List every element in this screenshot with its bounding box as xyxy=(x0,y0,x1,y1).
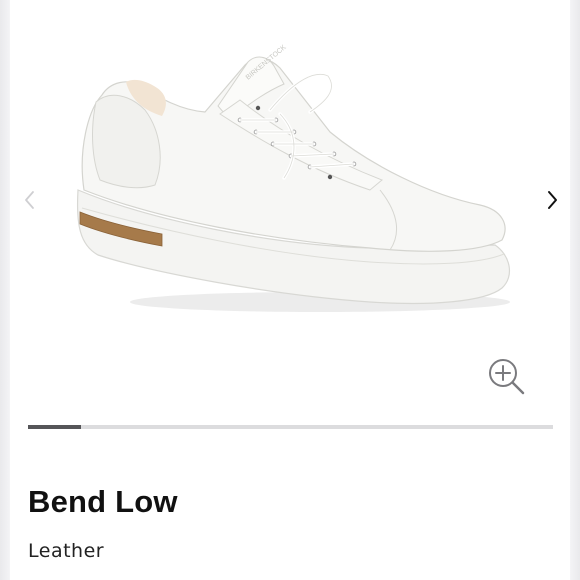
product-page: BIRKENSTOCK Bend Low Leather xyxy=(0,0,580,580)
next-image-button[interactable] xyxy=(540,186,564,214)
right-edge-shadow xyxy=(570,0,580,580)
gallery-progress-bar xyxy=(28,425,553,429)
zoom-in-icon xyxy=(489,359,525,395)
product-image-gallery[interactable]: BIRKENSTOCK xyxy=(10,0,570,420)
chevron-left-icon xyxy=(25,191,34,209)
white-leather-sneaker-image: BIRKENSTOCK xyxy=(76,44,511,312)
previous-image-button[interactable] xyxy=(18,186,42,214)
product-title: Bend Low xyxy=(28,484,178,519)
chevron-right-icon xyxy=(548,191,557,209)
left-edge-shadow xyxy=(0,0,10,580)
zoom-button[interactable] xyxy=(486,356,528,398)
product-material: Leather xyxy=(28,540,105,562)
gallery-progress-fill xyxy=(28,425,81,429)
